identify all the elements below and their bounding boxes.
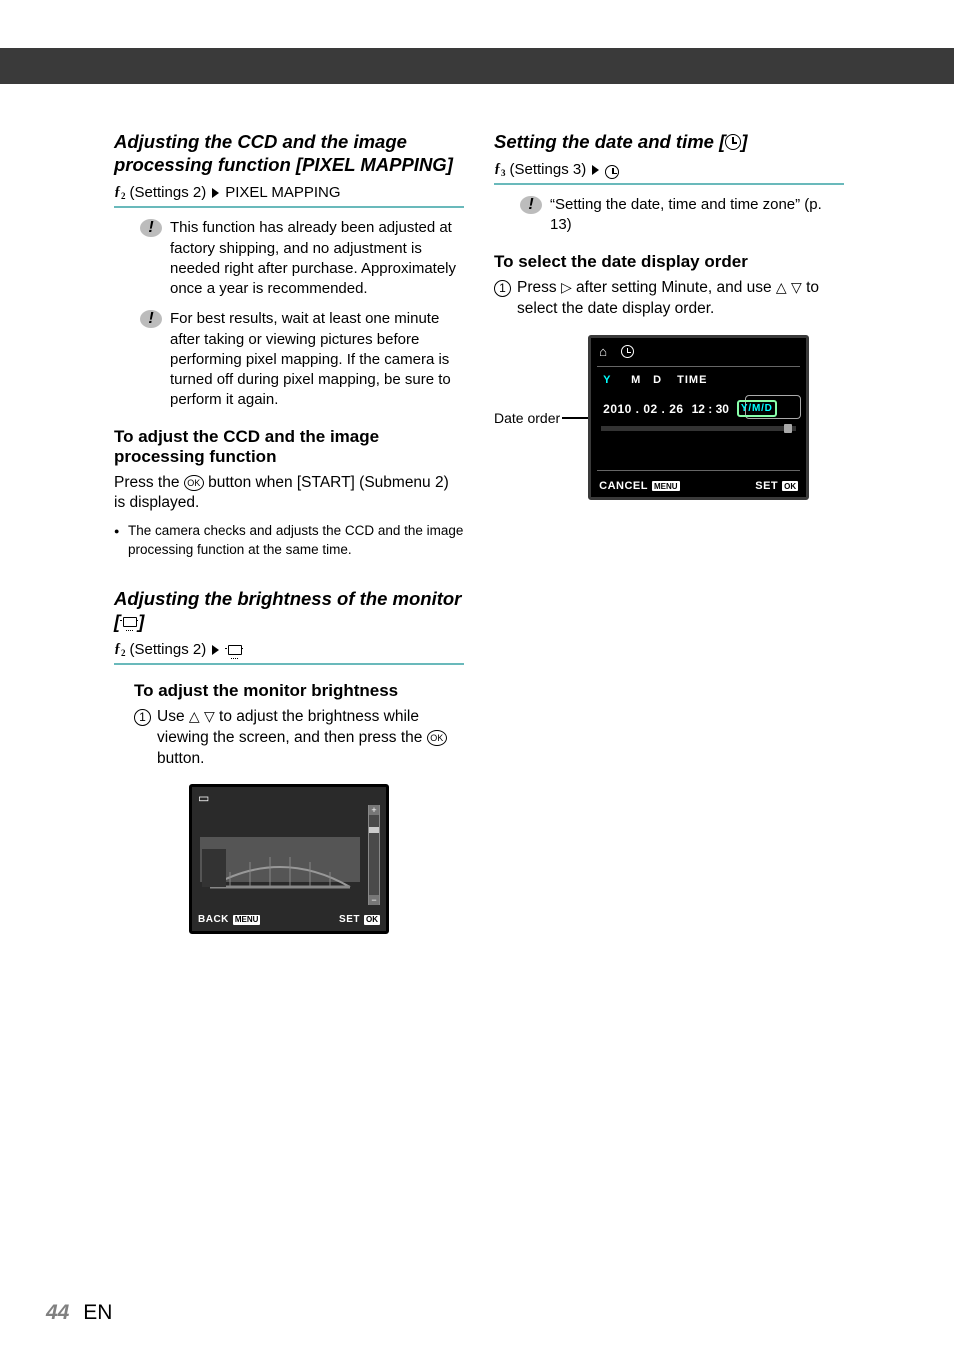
date-setting-screen: ⌂ Y M D TIME 2010 . 02 . 26 12 : 30 Y/M/…: [588, 335, 809, 500]
brightness-title: Adjusting the brightness of the monitor …: [114, 587, 464, 633]
minus-icon: −: [369, 895, 379, 905]
clock-icon: [725, 134, 741, 150]
breadcrumb-pixel-mapping: ƒ2 (Settings 2) PIXEL MAPPING: [114, 184, 464, 208]
up-triangle-icon: △: [189, 707, 200, 726]
info-icon: !: [520, 196, 542, 214]
note-wait: ! For best results, wait at least one mi…: [140, 309, 464, 410]
date-order-callout: Date order: [494, 410, 560, 426]
brightness-preview-screen: ▭ + − BACK MENU SET OK: [189, 784, 389, 934]
bullet-icon: [114, 522, 128, 558]
monitor-icon: [225, 645, 243, 657]
bullet-camera-checks: The camera checks and adjusts the CCD an…: [114, 522, 464, 558]
set-label: SET: [755, 480, 778, 492]
breadcrumb-datetime: ƒ3 (Settings 3): [494, 161, 844, 185]
breadcrumb-brightness: ƒ2 (Settings 2): [114, 641, 464, 665]
date-order-value: Y/M/D: [737, 400, 777, 417]
home-icon: ⌂: [599, 344, 607, 359]
note-datetime-ref: ! “Setting the date, time and time zone”…: [520, 195, 844, 236]
bridge-photo-placeholder: [200, 837, 360, 907]
cancel-label: CANCEL: [599, 480, 648, 492]
menu-button-icon: MENU: [652, 481, 680, 491]
top-dark-band: [0, 48, 954, 84]
chevron-right-icon: [592, 165, 599, 175]
brightness-step-1: 1 Use △ ▽ to adjust the brightness while…: [134, 707, 464, 770]
date-values-row: 2010 . 02 . 26 12 : 30 Y/M/D: [603, 400, 800, 417]
progress-track: [601, 426, 796, 431]
slider-thumb: [369, 827, 379, 833]
ok-button-icon: OK: [782, 481, 798, 491]
note-factory: ! This function has already been adjuste…: [140, 218, 464, 299]
left-column: Adjusting the CCD and the image processi…: [114, 130, 464, 934]
menu-button-icon: MENU: [233, 915, 261, 925]
set-label: SET: [339, 914, 360, 925]
down-triangle-icon: ▽: [204, 707, 215, 726]
step-number-icon: 1: [494, 280, 511, 297]
ok-button-icon: OK: [427, 730, 447, 746]
plus-icon: +: [369, 805, 379, 815]
crumb-group: (Settings 2): [130, 641, 207, 658]
ok-button-icon: OK: [184, 475, 204, 491]
clock-icon: [621, 345, 634, 358]
down-triangle-icon: ▽: [791, 278, 802, 297]
datetime-title: Setting the date and time []: [494, 130, 844, 153]
progress-thumb: [784, 424, 792, 433]
wrench-icon: ƒ2: [114, 184, 126, 201]
wrench-icon: ƒ3: [494, 161, 506, 178]
clock-icon: [605, 165, 619, 179]
right-triangle-icon: ▷: [561, 278, 572, 297]
back-label: BACK: [198, 914, 229, 925]
chevron-right-icon: [212, 188, 219, 198]
right-column: Setting the date and time [] ƒ3 (Setting…: [494, 130, 844, 500]
crumb-group: (Settings 3): [510, 161, 587, 178]
info-icon: !: [140, 310, 162, 328]
callout-line: [562, 417, 588, 419]
sub-heading-adjust-ccd: To adjust the CCD and the image processi…: [114, 427, 464, 467]
chevron-right-icon: [212, 645, 219, 655]
pixel-mapping-title: Adjusting the CCD and the image processi…: [114, 130, 464, 176]
date-order-step-1: 1 Press ▷ after setting Minute, and use …: [494, 278, 844, 320]
up-triangle-icon: △: [776, 278, 787, 297]
info-icon: !: [140, 219, 162, 237]
monitor-icon: ▭: [198, 791, 209, 805]
press-ok-instruction: Press the OK button when [START] (Submen…: [114, 473, 464, 515]
ok-button-icon: OK: [364, 915, 380, 925]
sub-heading-date-order: To select the date display order: [494, 252, 844, 272]
sub-heading-adjust-brightness: To adjust the monitor brightness: [134, 681, 464, 701]
crumb-item: PIXEL MAPPING: [225, 184, 340, 201]
language-code: EN: [83, 1301, 112, 1324]
crumb-group: (Settings 2): [130, 184, 207, 201]
step-number-icon: 1: [134, 709, 151, 726]
time-value: 12 : 30: [692, 402, 729, 416]
wrench-icon: ƒ2: [114, 641, 126, 658]
date-value: 2010 . 02 . 26: [603, 402, 683, 416]
page-footer: 44 EN: [46, 1301, 112, 1325]
brightness-slider: [368, 805, 380, 905]
monitor-icon: [120, 617, 138, 629]
date-header-row: Y M D TIME: [603, 374, 794, 386]
page-number: 44: [46, 1301, 69, 1324]
